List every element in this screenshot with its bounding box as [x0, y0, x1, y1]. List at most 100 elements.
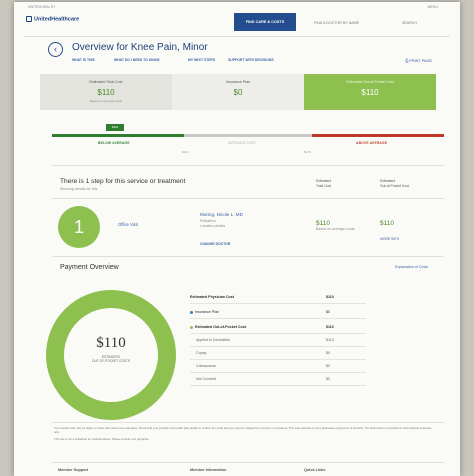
menu-link[interactable]: MENU: [428, 5, 438, 9]
print-label: PRINT PAGE: [409, 59, 432, 63]
site-header: UNITEDHEALTH MENU UnitedHealthcare FIND …: [14, 2, 460, 36]
cost-row-insurance: Insurance Plan $0: [190, 307, 366, 319]
subnav-what-to-know[interactable]: WHAT DO I NEED TO KNOW: [114, 58, 159, 62]
top-left-link[interactable]: UNITEDHEALTH: [28, 5, 55, 9]
logo[interactable]: UnitedHealthcare: [26, 16, 79, 22]
summary-insurance-value: $0: [233, 88, 243, 97]
provider-specialty: Pediatrics: [200, 219, 216, 223]
page-title: Overview for Knee Pain, Minor: [72, 42, 208, 53]
cost-label: Not Covered: [196, 377, 217, 381]
logo-icon: [26, 16, 32, 22]
col-total-header: Estimated Total Cost: [316, 179, 331, 188]
cost-row-copay: Copay $0: [190, 348, 366, 360]
cost-row-not-covered: Not Covered $0: [190, 374, 366, 386]
cost-value: $0: [326, 364, 330, 368]
scale-average-bar: [184, 134, 312, 137]
title-condition: Knee Pain, Minor: [130, 42, 208, 53]
provider-link[interactable]: Moring, Nicole L. MD: [200, 212, 306, 217]
scale-above-bar: [312, 134, 444, 137]
cost-marker: $110: [106, 124, 124, 131]
summary-insurance: Insurance Plan $0: [172, 74, 304, 110]
back-button[interactable]: ‹: [48, 42, 63, 57]
summary-oop-label: Estimated Out-of-Pocket Cost: [346, 80, 394, 84]
step-number-badge: 1: [58, 206, 100, 248]
cost-label: Estimated Out-of-Pocket Cost: [190, 325, 246, 329]
summary-oop: Estimated Out-of-Pocket Cost $110: [304, 74, 436, 110]
disclaimer-paragraph-2: This site is not a substitute for medica…: [54, 437, 150, 441]
scale-average-label: AVERAGE COST: [228, 141, 257, 145]
donut-caption-line2: OUT-OF-POCKET COSTS: [91, 359, 130, 364]
cost-value: $110: [326, 338, 334, 342]
provider-block: Moring, Nicole L. MD Pediatrics Location…: [200, 212, 306, 246]
step-oop-value: $110: [380, 220, 394, 227]
print-link[interactable]: ⎙ PRINT PAGE: [405, 59, 432, 63]
cost-label: Coinsurance: [196, 364, 217, 368]
cost-value: $110: [326, 325, 334, 329]
disclaimer-text: Your actual costs may be higher or lower…: [54, 426, 434, 441]
scale-above-label: ABOVE AVERAGE: [356, 141, 388, 145]
cost-value: $0: [326, 351, 330, 355]
scale-tick-low: $110: [182, 150, 189, 154]
subnav-what-is-this[interactable]: WHAT IS THIS: [72, 58, 95, 62]
find-care-button[interactable]: FIND CARE & COSTS: [234, 13, 296, 31]
scale-below-bar: [52, 134, 184, 137]
donut-value: $110: [96, 335, 126, 351]
cost-value: $0: [326, 310, 330, 314]
chevron-left-icon: ‹: [54, 44, 57, 54]
summary-oop-value: $110: [361, 88, 379, 97]
disclaimer-divider: [52, 422, 444, 423]
cost-label-text: Estimated Out-of-Pocket Cost: [195, 325, 246, 329]
step-total-note: Based on average costs: [316, 227, 355, 231]
step-oop: $110 MORE INFO: [380, 220, 399, 241]
cost-label: Applied to Deductible: [196, 338, 230, 342]
cost-row-coinsurance: Coinsurance $0: [190, 361, 366, 373]
col-total-header-line1: Estimated: [316, 179, 332, 183]
cost-label: Copay: [196, 351, 207, 355]
more-info-link[interactable]: MORE INFO: [380, 237, 399, 241]
oop-dot-icon: [190, 325, 193, 329]
cost-row-physician: Estimated Physician Cost $110: [190, 292, 366, 304]
scale-below-label: BELOW AVERAGE: [98, 141, 130, 145]
summary-total-note: Based on average costs: [89, 99, 123, 103]
print-icon: ⎙: [405, 59, 409, 63]
section-divider: [52, 165, 444, 166]
col-oop-header-line2: Out-of-Pocket Cost: [380, 183, 409, 188]
logo-text: UnitedHealthcare: [34, 16, 80, 23]
step-name-link[interactable]: Office Visit: [118, 222, 138, 227]
disclaimer-paragraph: Your actual costs may be higher or lower…: [54, 426, 432, 434]
search-link[interactable]: SEARCH: [402, 21, 417, 25]
provider-location: Location details: [200, 224, 226, 228]
cost-summary: Estimated Total Cost $110 Based on avera…: [40, 74, 436, 110]
change-doctor-link[interactable]: CHANGE DOCTOR: [200, 242, 306, 246]
subnav-support[interactable]: SUPPORT WITH DECISIONS: [228, 58, 274, 62]
cost-label: Insurance Plan: [190, 310, 219, 314]
steps-title: There is 1 step for this service or trea…: [60, 178, 186, 185]
cost-value: $110: [326, 295, 334, 299]
subnav-next-steps[interactable]: MY NEXT STEPS: [188, 58, 215, 62]
footer-divider: [52, 462, 444, 463]
insurance-dot-icon: [190, 310, 193, 314]
summary-total-label: Estimated Total Cost: [89, 80, 123, 84]
step-total-value: $110: [316, 220, 330, 227]
cost-label: Estimated Physician Cost: [190, 295, 234, 299]
scale-tick-high: $170: [304, 150, 311, 154]
cost-row-deductible: Applied to Deductible $110: [190, 335, 366, 347]
step-total: $110 Based on average costs: [316, 220, 355, 231]
footer-quick-links[interactable]: Quick Links: [304, 468, 326, 472]
footer-member-info[interactable]: Member Information: [190, 468, 227, 472]
footer-member-support[interactable]: Member Support: [58, 468, 88, 472]
summary-total: Estimated Total Cost $110 Based on avera…: [40, 74, 172, 110]
cost-label-text: Insurance Plan: [195, 310, 219, 314]
title-prefix: Overview for: [72, 42, 131, 53]
summary-total-value: $110: [97, 88, 115, 97]
payment-title: Payment Overview: [60, 264, 119, 271]
payment-divider: [52, 256, 444, 257]
cost-row-oop: Estimated Out-of-Pocket Cost $110: [190, 322, 366, 334]
steps-divider: [52, 198, 444, 199]
steps-subtitle: Showing results for this: [60, 187, 98, 191]
cost-value: $0: [326, 377, 330, 381]
col-oop-header: Estimated Out-of-Pocket Cost: [380, 179, 409, 188]
header-divider: [24, 36, 450, 37]
explanation-link[interactable]: Explanation of Costs: [395, 265, 428, 269]
find-doctor-link[interactable]: FIND A DOCTOR BY NAME: [314, 21, 359, 25]
